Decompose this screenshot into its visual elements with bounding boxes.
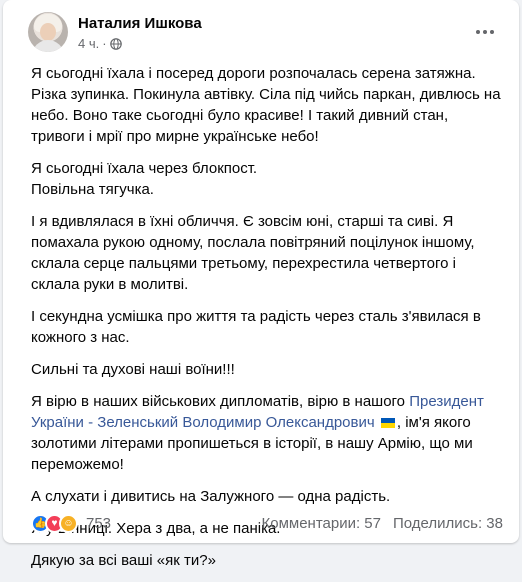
- care-icon: ☺: [59, 513, 78, 533]
- shares-count[interactable]: Поделились: 38: [393, 515, 503, 532]
- paragraph-2: Я сьогодні їхала через блокпост. Повільн…: [31, 158, 505, 200]
- post-footer: 👍 ♥ ☺ 753 Комментарии: 57 Поделились: 38: [31, 510, 503, 536]
- engagement-stats: Комментарии: 57 Поделились: 38: [262, 515, 504, 532]
- post-text: Я сьогодні їхала і посеред дороги розпоч…: [31, 63, 505, 582]
- reactions-summary[interactable]: 👍 ♥ ☺ 753: [31, 513, 111, 533]
- paragraph-3: І я вдивлялася в їхні обличчя. Є зовсім …: [31, 213, 475, 293]
- meta-separator: ·: [102, 36, 107, 51]
- reaction-count[interactable]: 753: [86, 515, 111, 532]
- paragraph-9: Дякую за всі ваші «як ти?»: [31, 552, 216, 569]
- paragraph-7: А слухати і дивитись на Залужного — одна…: [31, 488, 391, 505]
- post-meta: 4 ч. ·: [78, 36, 122, 51]
- paragraph-4: І секундна усмішка про життя та радість …: [31, 308, 481, 346]
- globe-icon: [109, 37, 122, 50]
- post-time[interactable]: 4 ч.: [78, 36, 99, 51]
- author-avatar[interactable]: [28, 12, 68, 52]
- paragraph-5: Сильні та духові наші воїни!!!: [31, 361, 235, 378]
- paragraph-2-line-2: Повільна тягучка.: [31, 181, 154, 198]
- comments-count[interactable]: Комментарии: 57: [262, 515, 382, 532]
- paragraph-2-line-1: Я сьогодні їхала через блокпост.: [31, 160, 258, 177]
- paragraph-6-start: Я вірю в наших військових дипломатів, ві…: [31, 393, 406, 410]
- paragraph-1: Я сьогодні їхала і посеред дороги розпоч…: [31, 65, 501, 145]
- paragraph-6: Я вірю в наших військових дипломатів, ві…: [31, 391, 505, 475]
- author-name[interactable]: Наталия Ишкова: [78, 15, 202, 32]
- more-options-icon[interactable]: [471, 18, 499, 46]
- post-card: Наталия Ишкова 4 ч. · Я сьогодні їхала і…: [3, 0, 519, 569]
- ukraine-flag-icon: [380, 418, 395, 428]
- post-header: Наталия Ишкова 4 ч. ·: [15, 12, 507, 56]
